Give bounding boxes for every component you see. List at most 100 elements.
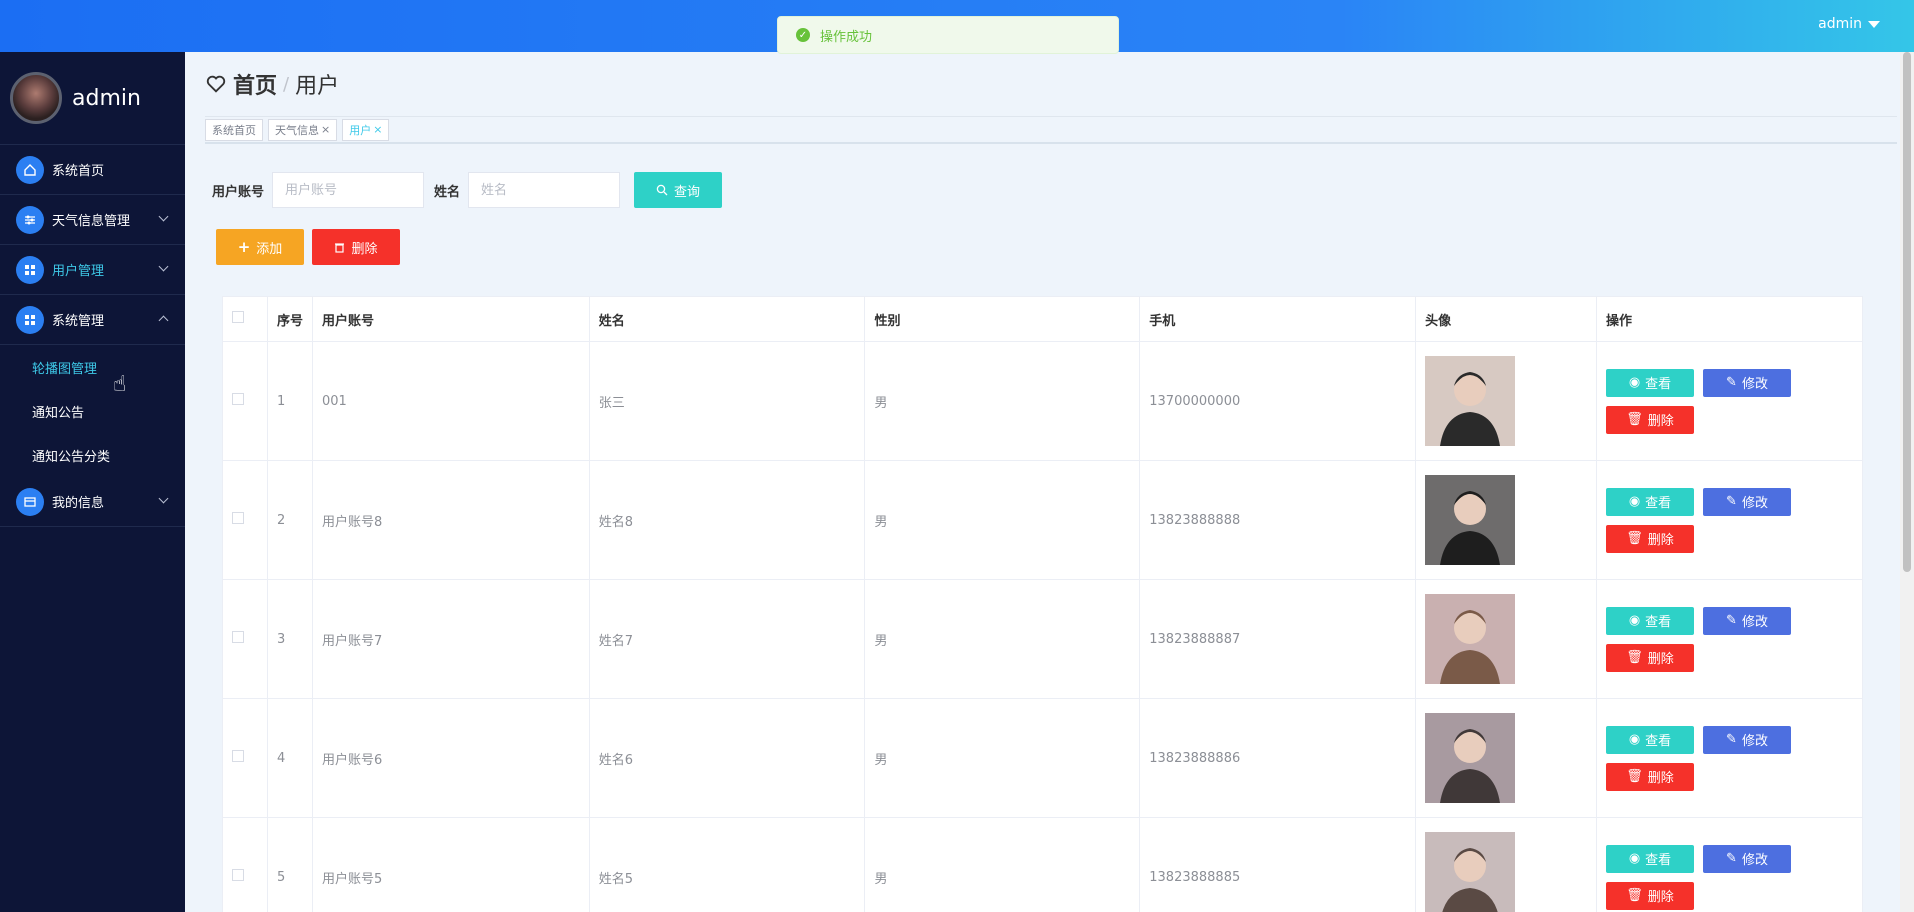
edit-button[interactable]: ✎ 修改 (1703, 606, 1791, 635)
user-photo (1425, 713, 1516, 803)
cell-index: 3 (266, 579, 313, 699)
chevron-up-icon (158, 315, 169, 326)
cell-operations: ◉ 查看 ✎ 修改 🗑 删除 (1596, 817, 1863, 912)
view-button[interactable]: ◉ 查看 (1606, 487, 1694, 516)
select-all-checkbox[interactable] (232, 311, 244, 323)
row-select-cell[interactable] (222, 341, 268, 461)
row-checkbox[interactable] (232, 869, 244, 881)
edit-button[interactable]: ✎ 修改 (1703, 487, 1791, 516)
system-submenu: 轮播图管理 通知公告 通知公告分类 (0, 345, 185, 477)
eye-icon: ◉ (1628, 494, 1641, 509)
sidebar-brand: admin (0, 52, 185, 145)
sidebar-item-home[interactable]: 系统首页 (0, 145, 185, 195)
submenu-item-carousel[interactable]: 轮播图管理 (0, 345, 185, 389)
chevron-down-icon (158, 493, 169, 504)
account-input[interactable] (272, 172, 425, 208)
select-all-cell[interactable] (222, 296, 268, 342)
delete-button[interactable]: 🗑 删除 (1606, 524, 1694, 553)
brand-name: admin (72, 85, 141, 111)
name-input[interactable] (468, 172, 621, 208)
eye-icon: ◉ (1628, 375, 1641, 390)
sidebar-item-my-info[interactable]: 我的信息 (0, 477, 185, 527)
eye-icon: ◉ (1628, 851, 1641, 866)
edit-button[interactable]: ✎ 修改 (1703, 844, 1791, 873)
sidebar-item-label: 用户管理 (52, 264, 105, 279)
edit-button[interactable]: ✎ 修改 (1703, 725, 1791, 754)
cell-name: 姓名7 (588, 579, 866, 699)
row-checkbox[interactable] (232, 393, 244, 405)
cell-phone: 13823888886 (1139, 698, 1417, 818)
tab-users[interactable]: 用户 × (342, 118, 390, 141)
column-header: 操作 (1596, 296, 1863, 342)
add-button[interactable]: + 添加 (216, 229, 304, 265)
view-label: 查看 (1645, 734, 1672, 749)
edit-button[interactable]: ✎ 修改 (1703, 368, 1791, 397)
query-button[interactable]: 查询 (634, 172, 723, 208)
table-row: 1 001 张三男 13700000000 ◉ 查看 ✎ 修改 🗑 删除 (222, 341, 1863, 461)
cell-account: 用户账号8 (311, 460, 590, 580)
chevron-down-icon (158, 211, 169, 222)
view-label: 查看 (1645, 615, 1672, 630)
sidebar-item-label: 系统首页 (52, 164, 105, 179)
cell-avatar (1415, 817, 1597, 912)
search-form: 用户账号 姓名 查询 (212, 172, 723, 208)
view-button[interactable]: ◉ 查看 (1606, 844, 1694, 873)
action-row: + 添加 删除 (216, 229, 400, 265)
view-button[interactable]: ◉ 查看 (1606, 606, 1694, 635)
tab-label: 用户 (349, 123, 372, 137)
scrollbar-thumb[interactable] (1903, 52, 1911, 572)
edit-label: 修改 (1741, 734, 1768, 749)
cell-operations: ◉ 查看 ✎ 修改 🗑 删除 (1596, 341, 1863, 461)
trash-icon (335, 242, 345, 253)
sliders-icon (16, 205, 44, 234)
row-checkbox[interactable] (232, 512, 244, 524)
delete-button[interactable]: 🗑 删除 (1606, 881, 1694, 910)
delete-label: 删除 (1647, 414, 1674, 429)
row-checkbox[interactable] (232, 750, 244, 762)
cell-name: 姓名6 (588, 698, 866, 818)
plus-icon: + (237, 238, 251, 256)
tab-label: 天气信息 (275, 123, 319, 137)
delete-label: 删除 (351, 241, 378, 257)
tab-home[interactable]: 系统首页 (205, 118, 263, 141)
row-select-cell[interactable] (222, 460, 268, 580)
cell-avatar (1415, 579, 1597, 699)
delete-button[interactable]: 🗑 删除 (1606, 643, 1694, 672)
delete-button[interactable]: 🗑 删除 (1606, 762, 1694, 791)
user-menu[interactable]: admin (1818, 16, 1880, 32)
submenu-item-notice-category[interactable]: 通知公告分类 (0, 433, 185, 477)
edit-label: 修改 (1741, 853, 1768, 868)
row-select-cell[interactable] (222, 698, 268, 818)
row-select-cell[interactable] (222, 579, 268, 699)
query-label: 查询 (674, 184, 701, 200)
view-button[interactable]: ◉ 查看 (1606, 368, 1694, 397)
cell-name: 姓名8 (588, 460, 866, 580)
sidebar-item-weather[interactable]: 天气信息管理 (0, 195, 185, 245)
cell-phone: 13823888887 (1139, 579, 1417, 699)
submenu-item-notice[interactable]: 通知公告 (0, 389, 185, 433)
row-checkbox[interactable] (232, 631, 244, 643)
delete-button[interactable]: 🗑 删除 (1606, 405, 1694, 434)
cell-index: 1 (266, 341, 313, 461)
batch-delete-button[interactable]: 删除 (312, 229, 400, 265)
cell-avatar (1415, 460, 1597, 580)
pencil-icon: ✎ (1726, 494, 1737, 509)
view-button[interactable]: ◉ 查看 (1606, 725, 1694, 754)
breadcrumb-home[interactable]: 首页 (233, 68, 277, 100)
cell-account: 用户账号6 (311, 698, 590, 818)
row-select-cell[interactable] (222, 817, 268, 912)
page-scrollbar[interactable] (1900, 52, 1914, 912)
trash-icon: 🗑 (1626, 650, 1643, 665)
table-header-row: 序号 用户账号 姓名 性别 手机 头像 操作 (222, 296, 1863, 342)
tab-weather[interactable]: 天气信息 × (268, 118, 338, 141)
delete-label: 删除 (1647, 771, 1674, 786)
table-row: 2 用户账号8 姓名8 男 13823888888 ◉ 查看 ✎ 修改 🗑 删除 (222, 460, 1863, 580)
hand-cursor-icon: ☝ (113, 372, 127, 397)
cell-phone: 13700000000 (1139, 341, 1417, 461)
close-icon[interactable]: × (373, 123, 382, 136)
check-circle-icon: ✓ (796, 28, 810, 42)
eye-icon: ◉ (1628, 732, 1641, 747)
sidebar-item-system[interactable]: 系统管理 (0, 295, 185, 345)
sidebar-item-users[interactable]: 用户管理 (0, 245, 185, 295)
close-icon[interactable]: × (321, 123, 330, 136)
